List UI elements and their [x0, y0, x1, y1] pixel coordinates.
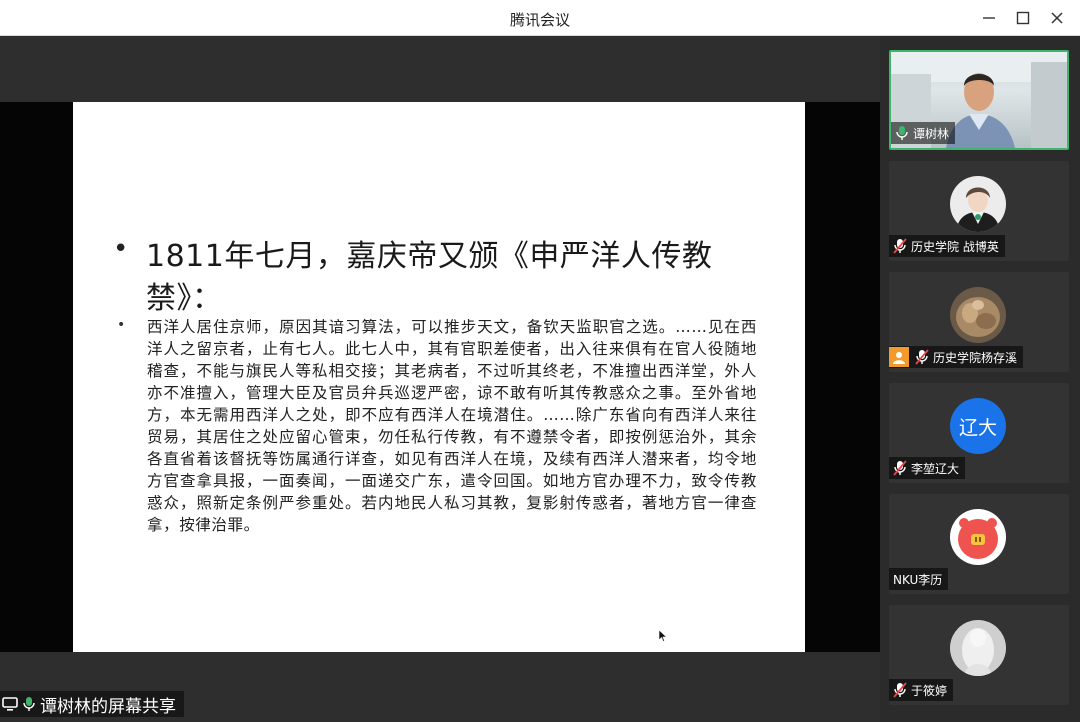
mic-muted-icon — [893, 460, 907, 476]
participant-name-tag: 历史学院杨存溪 — [889, 346, 1024, 368]
avatar — [950, 176, 1006, 232]
bullet-icon: • — [117, 317, 126, 333]
presentation-slide: • 1811年七月，嘉庆帝又颁《申严洋人传教禁》： • 西洋人居住京师，原因其谙… — [73, 102, 805, 652]
slide-title-row: • 1811年七月，嘉庆帝又颁《申严洋人传教禁》： — [113, 234, 753, 320]
screen-share-label: 谭树林的屏幕共享 — [0, 691, 184, 717]
participant-name: NKU李历 — [893, 572, 943, 587]
participant-tile[interactable]: 于筱婷 — [889, 605, 1069, 705]
slide-body-text: 西洋人居住京师，原因其谙习算法，可以推步天文，备钦天监职官之选。……见在西洋人之… — [147, 318, 757, 534]
participant-tile[interactable]: 辽大 李堃辽大 — [889, 383, 1069, 483]
slide-body-row: • 西洋人居住京师，原因其谙习算法，可以推步天文，备钦天监职官之选。……见在西洋… — [117, 316, 757, 536]
participant-name-tag: 于筱婷 — [889, 679, 954, 701]
participant-name: 李堃辽大 — [911, 461, 960, 476]
participant-name-tag: 李堃辽大 — [889, 457, 966, 479]
avatar — [950, 509, 1006, 565]
mic-muted-icon — [893, 682, 907, 698]
screen-share-icon — [2, 696, 18, 712]
bullet-icon: • — [113, 234, 129, 264]
close-button[interactable] — [1040, 4, 1074, 32]
mouse-cursor-icon — [659, 630, 667, 642]
participant-tile[interactable]: 谭树林 — [889, 50, 1069, 150]
mic-muted-icon — [893, 238, 907, 254]
screen-share-text: 谭树林的屏幕共享 — [40, 696, 176, 717]
maximize-button[interactable] — [1006, 4, 1040, 32]
minimize-button[interactable] — [972, 4, 1006, 32]
host-badge-icon — [889, 347, 909, 367]
participant-name: 于筱婷 — [911, 683, 948, 698]
participants-panel: 谭树林 历史学院 战博英 历史学院杨存溪 辽大 李堃辽大 NKU李历 于筱婷 — [880, 36, 1080, 722]
slide-title: 1811年七月，嘉庆帝又颁《申严洋人传教禁》： — [146, 239, 713, 316]
participant-name: 谭树林 — [913, 126, 950, 141]
mic-muted-icon — [915, 349, 929, 365]
close-icon — [1051, 12, 1063, 24]
mic-on-icon — [22, 696, 36, 712]
window-title: 腾讯会议 — [509, 11, 570, 29]
window-controls — [972, 4, 1074, 32]
minimize-icon — [983, 17, 995, 19]
shared-screen-area[interactable]: • 1811年七月，嘉庆帝又颁《申严洋人传教禁》： • 西洋人居住京师，原因其谙… — [0, 36, 880, 722]
avatar — [950, 287, 1006, 343]
avatar: 辽大 — [950, 398, 1006, 454]
participant-tile[interactable]: 历史学院杨存溪 — [889, 272, 1069, 372]
avatar — [950, 620, 1006, 676]
participant-name-tag: NKU李历 — [889, 568, 949, 590]
avatar-text: 辽大 — [958, 416, 997, 439]
mic-on-icon — [895, 125, 909, 141]
participant-name: 历史学院杨存溪 — [933, 350, 1018, 365]
participant-name: 历史学院 战博英 — [911, 239, 999, 254]
participant-tile[interactable]: NKU李历 — [889, 494, 1069, 594]
participant-tile[interactable]: 历史学院 战博英 — [889, 161, 1069, 261]
participant-name-tag: 历史学院 战博英 — [889, 235, 1005, 257]
participant-name-tag: 谭树林 — [891, 122, 956, 144]
title-bar: 腾讯会议 — [0, 0, 1080, 36]
maximize-icon — [1016, 11, 1030, 25]
